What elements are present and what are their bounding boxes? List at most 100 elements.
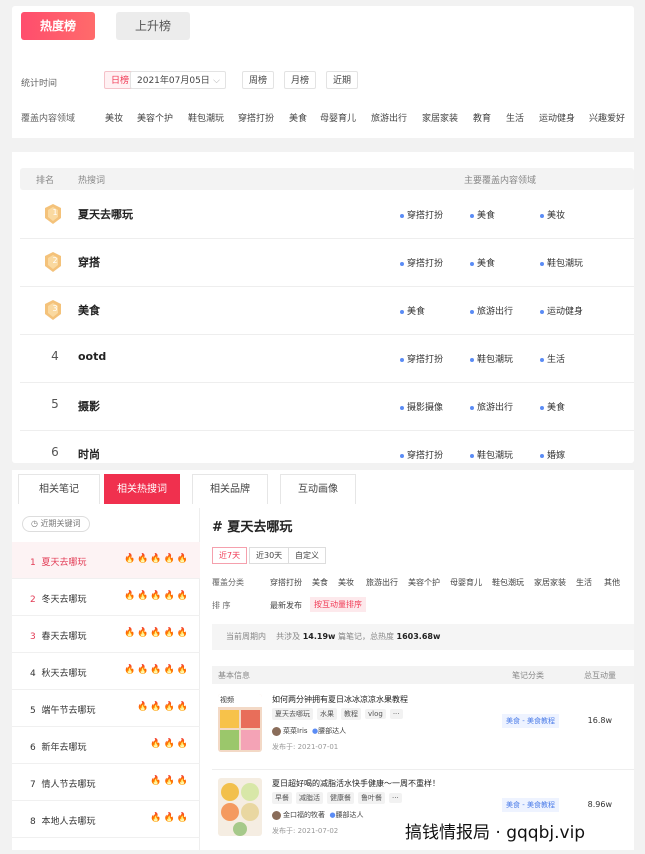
- category-home[interactable]: 家居家装: [422, 111, 458, 124]
- domain-tag: 婚嫁: [540, 448, 565, 461]
- note-title[interactable]: 夏日超好喝的减脂活水快手健康～一周不重样！: [272, 778, 440, 789]
- section-divider: [12, 138, 634, 152]
- category-parenting[interactable]: 母婴育儿: [320, 111, 356, 124]
- tab-related-notes[interactable]: 相关笔记: [18, 474, 100, 504]
- total-heat: 1603.68w: [396, 632, 441, 641]
- table-row[interactable]: 4 ootd 穿搭打扮 鞋包潮玩 生活: [20, 335, 634, 383]
- domain-tag: 鞋包潮玩: [470, 448, 513, 461]
- keyword-sidebar: ◷ 近期关键词 1 夏天去哪玩 🔥🔥🔥🔥🔥 2 冬天去哪玩 🔥🔥🔥🔥🔥 3 春天…: [12, 508, 200, 850]
- category-personal-care[interactable]: 美容个护: [137, 111, 173, 124]
- note-title[interactable]: 如何两分钟拥有夏日冰冰凉凉水果教程: [272, 694, 408, 705]
- note-cover-image: [218, 778, 262, 836]
- keyword-text[interactable]: 穿搭: [78, 254, 100, 270]
- keyword-text[interactable]: 时尚: [78, 446, 100, 462]
- cover-category-option[interactable]: 美容个护: [408, 577, 440, 588]
- domain-tag: 运动健身: [540, 304, 583, 317]
- domain-tag: 穿搭打扮: [400, 448, 443, 461]
- keyword-text[interactable]: 摄影: [78, 398, 100, 414]
- stat-time-label: 统计时间: [21, 79, 58, 89]
- keyword-label: 7 情人节去哪玩: [30, 780, 96, 790]
- domain-tag: 穿搭打扮: [400, 208, 443, 221]
- range-30d[interactable]: 近30天: [249, 547, 290, 564]
- keyword-item[interactable]: 6 新年去哪玩 🔥🔥🔥: [12, 727, 200, 764]
- cover-category-option[interactable]: 其他: [604, 577, 620, 588]
- keyword-item[interactable]: 8 本地人去哪玩 🔥🔥🔥: [12, 801, 200, 838]
- flame-icon: 🔥🔥🔥🔥🔥: [123, 591, 190, 601]
- tab-related-keywords[interactable]: 相关热搜词: [104, 474, 180, 504]
- keyword-label: 3 春天去哪玩: [30, 632, 87, 642]
- header-keyword: 热搜词: [78, 176, 106, 186]
- domain-tag: 美食: [470, 208, 495, 221]
- chip-recent[interactable]: 近期: [326, 71, 359, 89]
- cover-category-option[interactable]: 美食: [312, 577, 328, 588]
- note-author[interactable]: 菜菜Iris ●腰部达人: [272, 726, 346, 736]
- table-row[interactable]: 5 摄影 摄影摄像 旅游出行 美食: [20, 383, 634, 431]
- range-custom[interactable]: 自定义: [288, 547, 326, 564]
- flame-icon: 🔥🔥🔥🔥🔥: [123, 628, 190, 638]
- note-tags: 夏天去哪玩 水果 教程 vlog ···: [272, 708, 407, 720]
- keyword-item[interactable]: 5 端午节去哪玩 🔥🔥🔥🔥: [12, 690, 200, 727]
- note-row[interactable]: 视频 如何两分钟拥有夏日冰冰凉凉水果教程 夏天去哪玩 水果 教程 vlog ··· 菜菜…: [212, 688, 634, 770]
- note-thumbnail[interactable]: 视频: [218, 694, 262, 752]
- cover-category-option[interactable]: 旅游出行: [366, 577, 398, 588]
- category-food[interactable]: 美食: [289, 111, 307, 124]
- category-life[interactable]: 生活: [506, 111, 524, 124]
- category-hobby[interactable]: 兴趣爱好: [589, 111, 625, 124]
- domain-tag: 鞋包潮玩: [470, 352, 513, 365]
- rank-number: 5: [51, 397, 59, 411]
- category-bags-toys[interactable]: 鞋包潮玩: [188, 111, 224, 124]
- category-outfit[interactable]: 穿搭打扮: [238, 111, 274, 124]
- keyword-item[interactable]: 7 情人节去哪玩 🔥🔥🔥: [12, 764, 200, 801]
- domain-tag: 穿搭打扮: [400, 352, 443, 365]
- tab-interaction-profile[interactable]: 互动画像: [280, 474, 356, 504]
- chip-monthly[interactable]: 月榜: [284, 71, 317, 89]
- keyword-item[interactable]: 4 秋天去哪玩 🔥🔥🔥🔥🔥: [12, 653, 200, 690]
- keyword-label: 4 秋天去哪玩: [30, 669, 87, 679]
- category-travel[interactable]: 旅游出行: [371, 111, 407, 124]
- sort-label: 排 序: [212, 601, 231, 610]
- table-row[interactable]: 6 时尚 穿搭打扮 鞋包潮玩 婚嫁: [20, 431, 634, 463]
- category-beauty[interactable]: 美妆: [105, 111, 123, 124]
- category-fitness[interactable]: 运动健身: [539, 111, 575, 124]
- keyword-text[interactable]: 夏天去哪玩: [78, 206, 133, 222]
- table-row[interactable]: 3 美食 美食 旅游出行 运动健身: [20, 287, 634, 335]
- keyword-label: 1 夏天去哪玩: [30, 558, 87, 568]
- cover-category-option[interactable]: 鞋包潮玩: [492, 577, 524, 588]
- category-education[interactable]: 教育: [473, 111, 491, 124]
- tab-hot[interactable]: 热度榜: [21, 12, 95, 40]
- table-row[interactable]: 2 穿搭 穿搭打扮 美食 鞋包潮玩: [20, 239, 634, 287]
- keyword-text[interactable]: ootd: [78, 350, 106, 363]
- sort-latest[interactable]: 最新发布: [270, 600, 302, 611]
- date-value: 2021年07月05日: [137, 76, 210, 86]
- flame-icon: 🔥🔥🔥🔥🔥: [123, 554, 190, 564]
- rank-number: 6: [51, 445, 59, 459]
- cover-category-option[interactable]: 穿搭打扮: [270, 577, 302, 588]
- chip-weekly[interactable]: 周榜: [242, 71, 275, 89]
- keyword-label: 2 冬天去哪玩: [30, 595, 87, 605]
- cover-category-option[interactable]: 家居家装: [534, 577, 566, 588]
- note-thumbnail[interactable]: [218, 778, 262, 836]
- domain-tag: 鞋包潮玩: [540, 256, 583, 269]
- header-domains: 主要覆盖内容领域: [464, 176, 537, 186]
- period-stats: 当前周期内 共涉及 14.19w 篇笔记，总热度 1603.68w: [212, 624, 634, 650]
- tab-rising[interactable]: 上升榜: [116, 12, 190, 40]
- flame-icon: 🔥🔥🔥🔥: [137, 702, 190, 712]
- keyword-item[interactable]: 3 春天去哪玩 🔥🔥🔥🔥🔥: [12, 616, 200, 653]
- range-7d[interactable]: 近7天: [212, 547, 248, 564]
- date-picker[interactable]: 2021年07月05日 ⌵: [130, 71, 226, 89]
- cover-category-option[interactable]: 生活: [576, 577, 592, 588]
- recent-keywords-button[interactable]: ◷ 近期关键词: [22, 516, 90, 532]
- keyword-text[interactable]: 美食: [78, 302, 100, 318]
- tab-related-brands[interactable]: 相关品牌: [192, 474, 268, 504]
- note-category-badge: 美食 - 美食教程: [502, 714, 559, 728]
- sort-by-interaction[interactable]: 按互动量排序: [310, 597, 366, 612]
- cover-category-option[interactable]: 母婴育儿: [450, 577, 482, 588]
- note-author[interactable]: 金口福的牧著 ●腰部达人: [272, 810, 364, 820]
- keyword-item[interactable]: 2 冬天去哪玩 🔥🔥🔥🔥🔥: [12, 579, 200, 616]
- chevron-down-icon: ⌵: [213, 76, 220, 86]
- note-tags: 早餐 减脂活 健康餐 鲁叶餐 ···: [272, 792, 406, 804]
- table-row[interactable]: 1 夏天去哪玩 穿搭打扮 美食 美妆: [20, 191, 634, 239]
- keyword-item[interactable]: 1 夏天去哪玩 🔥🔥🔥🔥🔥: [12, 542, 200, 579]
- avatar: [272, 726, 281, 736]
- cover-category-option[interactable]: 美妆: [338, 577, 354, 588]
